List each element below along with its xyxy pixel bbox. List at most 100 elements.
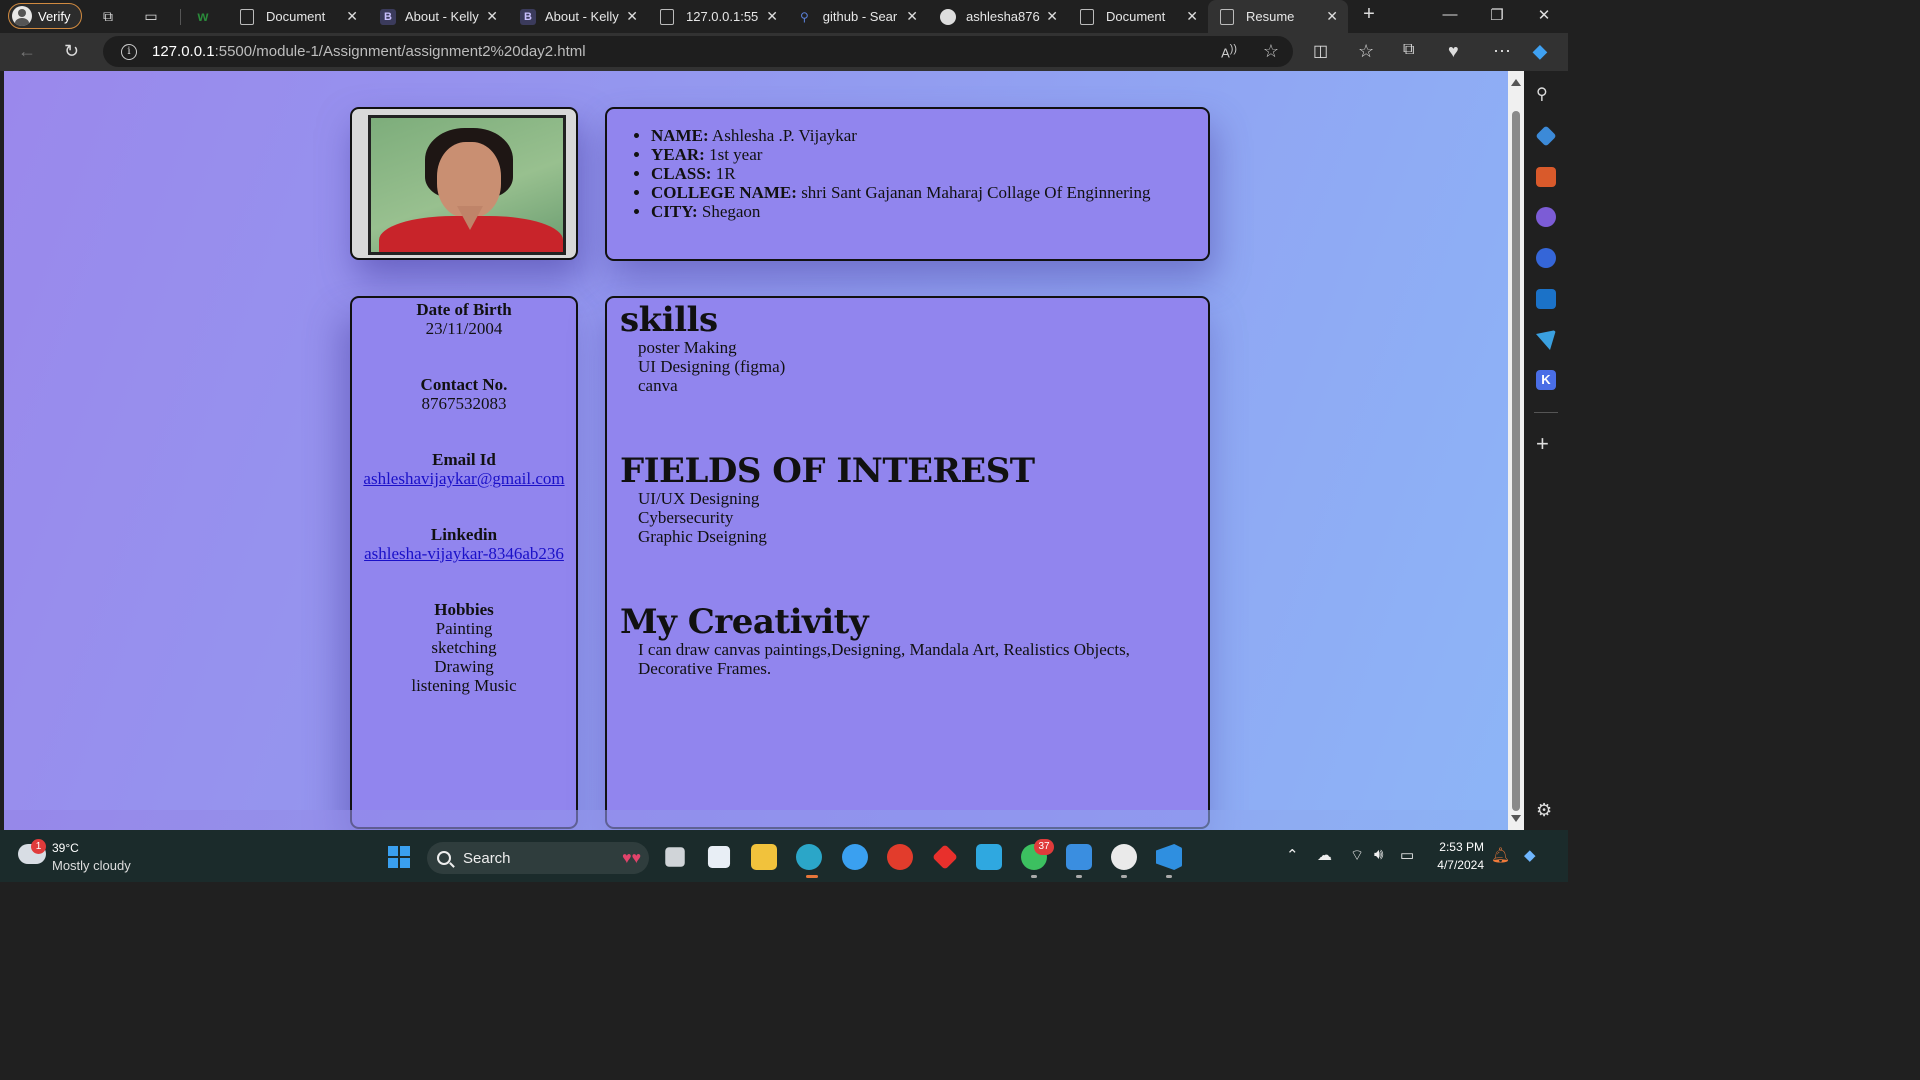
tab-label: Resume xyxy=(1246,9,1295,24)
browser-essentials-icon[interactable]: ♥ xyxy=(1448,41,1459,62)
collections-icon[interactable]: ⧉ xyxy=(1403,41,1414,59)
address-toolbar: ← ↻ i 127.0.0.1:5500/module-1/Assignment… xyxy=(0,33,1568,71)
copilot-icon[interactable]: ◆ xyxy=(1533,41,1547,62)
close-tab-icon[interactable]: ✕ xyxy=(486,8,498,25)
clock-time[interactable]: 2:53 PM xyxy=(1438,840,1484,854)
more-menu-icon[interactable]: ⋯ xyxy=(1493,41,1511,62)
personal-info-card: NAME: Ashlesha .P. Vijaykar YEAR: 1st ye… xyxy=(605,107,1210,261)
hobbies-label: Hobbies xyxy=(434,600,494,619)
chevron-up-icon[interactable]: ⌃ xyxy=(1286,846,1299,864)
new-tab-icon[interactable]: + xyxy=(1354,3,1384,26)
games-icon[interactable] xyxy=(1536,207,1556,227)
close-tab-icon[interactable]: ✕ xyxy=(346,8,358,25)
bootstrap-icon: B xyxy=(380,8,396,25)
close-tab-icon[interactable]: ✕ xyxy=(1186,8,1198,25)
details-card: skills poster Making UI Designing (figma… xyxy=(605,296,1210,829)
photo-card xyxy=(350,107,578,260)
task-view-icon[interactable] xyxy=(665,847,685,867)
workspaces-icon[interactable]: ⧉ xyxy=(99,7,117,25)
profile-photo xyxy=(368,115,566,255)
taskbar-search[interactable]: Search ♥♥ xyxy=(427,842,649,874)
shopping-icon[interactable] xyxy=(1535,125,1557,147)
skill-item: poster Making xyxy=(638,338,737,357)
search-label: Search xyxy=(463,849,511,867)
onedrive-icon[interactable]: ☁ xyxy=(1317,846,1332,864)
avatar-icon xyxy=(12,6,32,26)
tools-icon[interactable] xyxy=(1536,167,1556,187)
contact-block: Contact No. 8767532083 xyxy=(352,375,576,413)
refresh-icon[interactable]: ↻ xyxy=(64,41,79,62)
minimize-icon[interactable]: — xyxy=(1435,6,1465,23)
file-explorer-icon[interactable] xyxy=(751,844,777,870)
tab-about-kelly-2[interactable]: B About - Kelly ✕ xyxy=(508,0,648,33)
clock-date[interactable]: 4/7/2024 xyxy=(1432,858,1484,872)
vscode-icon[interactable] xyxy=(1156,844,1182,870)
telegram-icon[interactable] xyxy=(1536,330,1556,350)
settings-icon[interactable]: ⚙ xyxy=(1536,800,1556,820)
info-city: CITY: Shegaon xyxy=(651,202,1151,221)
favorites-icon[interactable]: ☆ xyxy=(1358,41,1374,62)
scroll-down-icon[interactable] xyxy=(1511,815,1521,822)
close-tab-icon[interactable]: ✕ xyxy=(766,8,778,25)
contact-card: Date of Birth 23/11/2004 Contact No. 876… xyxy=(350,296,578,829)
split-screen-icon[interactable]: ◫ xyxy=(1313,41,1328,61)
url-path: :5500/module-1/Assignment/assignment2%20… xyxy=(214,43,586,60)
weather-badge: 1 xyxy=(31,839,46,854)
edge-icon[interactable] xyxy=(796,844,822,870)
back-icon[interactable]: ← xyxy=(18,41,36,62)
git-icon[interactable] xyxy=(932,844,958,870)
tab-label: 127.0.0.1:550 xyxy=(686,9,758,24)
linkedin-link[interactable]: ashlesha-vijaykar-8346ab236 xyxy=(364,544,564,563)
tab-localhost[interactable]: 127.0.0.1:550 ✕ xyxy=(648,0,788,33)
photos-icon[interactable] xyxy=(1066,844,1092,870)
skills-list: poster Making UI Designing (figma) canva xyxy=(638,338,1198,395)
site-info-icon[interactable]: i xyxy=(121,43,137,60)
page-scrollbar[interactable] xyxy=(1508,71,1524,830)
file-icon xyxy=(1220,8,1234,25)
office-icon[interactable] xyxy=(887,844,913,870)
volume-icon[interactable]: 🔊︎ xyxy=(1374,846,1383,863)
linkedin-label: Linkedin xyxy=(430,525,498,544)
favorite-star-icon[interactable]: ☆ xyxy=(1263,41,1279,62)
tab-actions-icon[interactable]: ▭ xyxy=(142,7,160,25)
search-icon xyxy=(437,851,451,865)
github-desktop-icon[interactable] xyxy=(1111,844,1137,870)
close-tab-icon[interactable]: ✕ xyxy=(1046,8,1058,25)
interest-list: UI/UX Designing Cybersecurity Graphic Ds… xyxy=(638,489,1198,546)
search-icon: ⚲ xyxy=(800,9,809,24)
windows-start-icon[interactable] xyxy=(388,846,410,868)
tab-resume[interactable]: Resume ✕ xyxy=(1208,0,1348,33)
notification-bell-icon[interactable]: 🔔︎ xyxy=(1491,846,1510,864)
tab-github-search[interactable]: ⚲ github - Sear ✕ xyxy=(788,0,928,33)
tab-label: ashlesha8767 xyxy=(966,9,1040,24)
profile-button[interactable]: Verify xyxy=(8,3,82,29)
help-icon[interactable] xyxy=(842,844,868,870)
tab-document-1[interactable]: Document ✕ xyxy=(228,0,368,33)
restore-icon[interactable]: ❐ xyxy=(1482,6,1512,24)
close-tab-icon[interactable]: ✕ xyxy=(906,8,918,25)
add-icon[interactable]: + xyxy=(1536,433,1556,455)
close-tab-icon[interactable]: ✕ xyxy=(626,8,638,25)
k-app-icon[interactable]: K xyxy=(1536,370,1556,390)
battery-icon[interactable]: ▭ xyxy=(1400,846,1414,864)
scroll-up-icon[interactable] xyxy=(1511,79,1521,86)
outlook-icon[interactable] xyxy=(1536,289,1556,309)
copilot-taskbar-icon[interactable]: ◆ xyxy=(1524,846,1536,864)
hobby-item: listening Music xyxy=(411,676,517,695)
wifi-icon[interactable]: ⌔ xyxy=(1350,846,1364,865)
address-bar[interactable]: i 127.0.0.1:5500/module-1/Assignment/ass… xyxy=(103,36,1293,67)
search-icon[interactable]: ⚲ xyxy=(1536,84,1556,104)
read-aloud-icon[interactable]: A)) xyxy=(1221,43,1237,60)
close-tab-icon[interactable]: ✕ xyxy=(1326,8,1338,25)
tab-document-2[interactable]: Document ✕ xyxy=(1068,0,1208,33)
scroll-thumb[interactable] xyxy=(1512,111,1520,811)
power-automate-icon[interactable] xyxy=(976,844,1002,870)
close-window-icon[interactable]: ✕ xyxy=(1529,6,1559,24)
tab-github-profile[interactable]: ashlesha8767 ✕ xyxy=(928,0,1068,33)
tab-about-kelly-1[interactable]: B About - Kelly ✕ xyxy=(368,0,508,33)
copilot-sidebar-icon[interactable] xyxy=(1536,248,1556,268)
store-icon[interactable] xyxy=(707,845,731,869)
email-link[interactable]: ashleshavijaykar@gmail.com xyxy=(363,469,564,488)
pinned-tab-icon[interactable]: w xyxy=(194,7,212,25)
dob-value: 23/11/2004 xyxy=(425,319,503,338)
